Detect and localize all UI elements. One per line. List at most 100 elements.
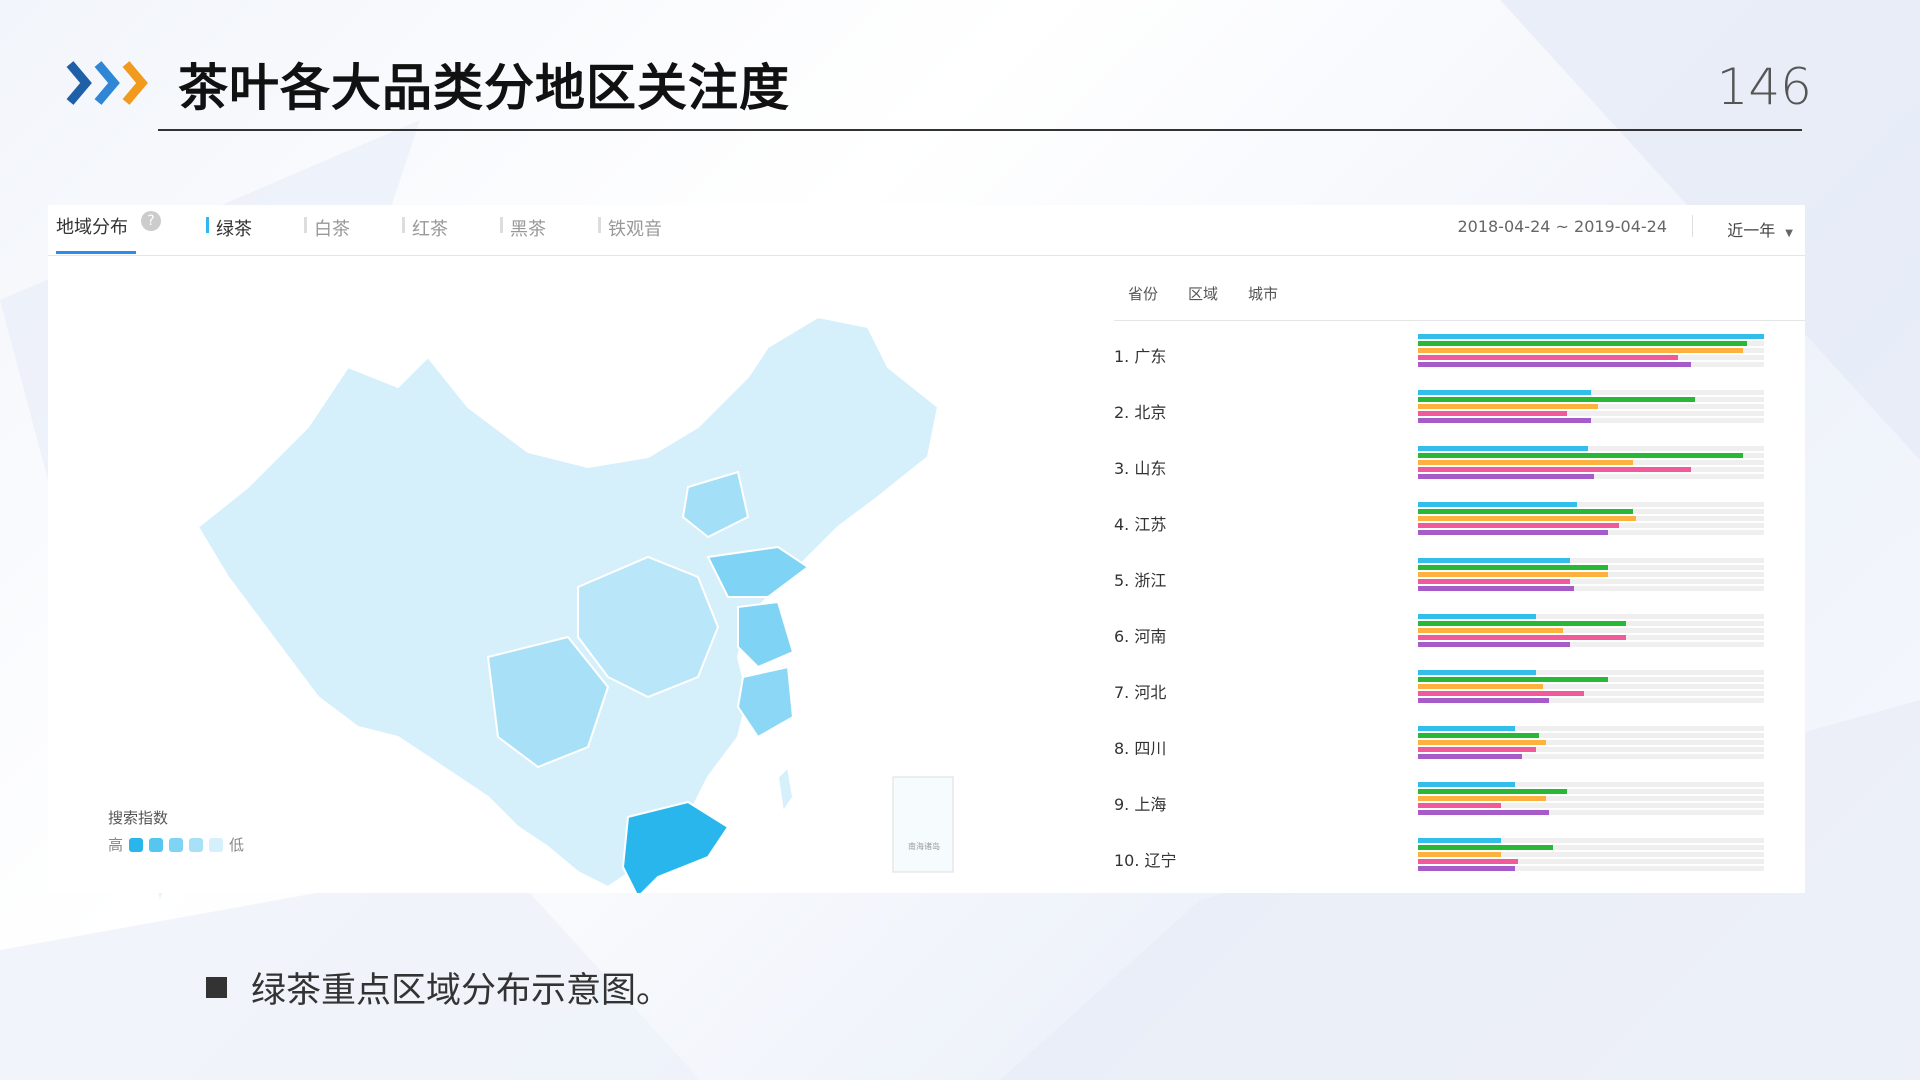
rank-label: 3. 山东 (1114, 459, 1167, 478)
tab-tea-0[interactable]: 绿茶 (206, 215, 252, 241)
rank-row[interactable]: 6. 河南 (1114, 610, 1804, 658)
rank-row[interactable]: 1. 广东 (1114, 330, 1804, 378)
rank-tab-province[interactable]: 省份 (1128, 283, 1158, 304)
rank-row[interactable]: 4. 江苏 (1114, 498, 1804, 546)
legend-swatch (209, 837, 224, 852)
rank-tab-city[interactable]: 城市 (1248, 283, 1278, 304)
bar-fill (1418, 467, 1692, 472)
bar-track (1418, 747, 1764, 752)
bar-fill (1418, 803, 1502, 808)
bar-track (1418, 789, 1764, 794)
bar-track (1418, 404, 1764, 409)
map-region-taiwan[interactable] (776, 764, 795, 815)
caption: 绿茶重点区域分布示意图。 (206, 962, 671, 1013)
bar-track (1418, 859, 1764, 864)
bar-fill (1418, 845, 1553, 850)
rank-label: 4. 江苏 (1114, 515, 1167, 534)
bar-track (1418, 397, 1764, 402)
bar-track (1418, 341, 1764, 346)
bar-track (1418, 502, 1764, 507)
rank-row[interactable]: 9. 上海 (1114, 778, 1804, 826)
bar-track (1418, 803, 1764, 808)
bar-track (1418, 754, 1764, 759)
bar-track (1418, 586, 1764, 591)
bar-fill (1418, 565, 1609, 570)
bar-fill (1418, 628, 1564, 633)
help-icon[interactable]: ? (141, 211, 161, 231)
bar-track (1418, 810, 1764, 815)
bar-fill (1418, 446, 1588, 451)
china-heat-map[interactable]: 南海诸岛 搜索指数 高 低 (48, 257, 968, 924)
chevrons-icon (66, 61, 148, 105)
bar-fill (1418, 621, 1626, 626)
bar-fill (1418, 579, 1571, 584)
bar-fill (1418, 453, 1744, 458)
bar-track (1418, 390, 1764, 395)
map-region-jiangsu[interactable] (737, 600, 795, 669)
rank-row[interactable]: 3. 山东 (1114, 442, 1804, 490)
bar-track (1418, 460, 1764, 465)
tab-bar: 地域分布 ? 绿茶 白茶 红茶 黑茶 铁观音 2018-04-24 ~ 2019-04-… (48, 205, 1805, 256)
time-range-dropdown[interactable]: 近一年 ▼ (1727, 217, 1793, 241)
divider (1692, 215, 1693, 237)
bar-fill (1418, 642, 1571, 647)
bar-fill (1418, 411, 1567, 416)
rank-label: 5. 浙江 (1114, 571, 1167, 590)
tab-tea-4[interactable]: 铁观音 (598, 215, 662, 241)
bar-track (1418, 726, 1764, 731)
map-region-guangdong[interactable] (621, 800, 730, 899)
slide-title: 茶叶各大品类分地区关注度 (178, 59, 790, 117)
bar-track (1418, 523, 1764, 528)
bar-fill (1418, 859, 1519, 864)
bar-fill (1418, 418, 1591, 423)
rank-row[interactable]: 2. 北京 (1114, 386, 1804, 434)
tab-region-distribution[interactable]: 地域分布 (56, 213, 136, 254)
caption-text: 绿茶重点区域分布示意图。 (251, 971, 672, 1011)
bar-track (1418, 411, 1764, 416)
bar-fill (1418, 460, 1633, 465)
bar-fill (1418, 733, 1540, 738)
map-region-west[interactable] (196, 315, 940, 889)
rank-label: 10. 辽宁 (1114, 851, 1177, 870)
bar-fill (1418, 558, 1571, 563)
bar-track (1418, 684, 1764, 689)
map-region-zhejiang[interactable] (736, 665, 795, 739)
rank-row[interactable]: 8. 四川 (1114, 722, 1804, 770)
bar-fill (1418, 502, 1578, 507)
bar-track (1418, 355, 1764, 360)
bar-fill (1418, 341, 1747, 346)
bar-fill (1418, 747, 1536, 752)
bar-track (1418, 474, 1764, 479)
bar-fill (1418, 614, 1536, 619)
page-number: 146 (1716, 58, 1812, 116)
bar-track (1418, 866, 1764, 871)
time-range-label: 近一年 (1727, 221, 1776, 240)
legend-low-label: 低 (229, 836, 245, 854)
rank-row[interactable]: 7. 河北 (1114, 666, 1804, 714)
bar-fill (1418, 586, 1574, 591)
bar-track (1418, 628, 1764, 633)
tab-tea-1[interactable]: 白茶 (304, 215, 350, 241)
legend-swatch (169, 837, 184, 852)
rank-row[interactable]: 5. 浙江 (1114, 554, 1804, 602)
rank-row[interactable]: 10. 辽宁 (1114, 834, 1804, 882)
bar-fill (1418, 684, 1543, 689)
rank-tab-region[interactable]: 区域 (1188, 283, 1218, 304)
bar-track (1418, 852, 1764, 857)
bar-fill (1418, 796, 1547, 801)
bar-fill (1418, 523, 1619, 528)
bar-track (1418, 446, 1764, 451)
bar-track (1418, 348, 1764, 353)
bar-track (1418, 516, 1764, 521)
bar-track (1418, 614, 1764, 619)
bar-track (1418, 572, 1764, 577)
tab-tea-2[interactable]: 红茶 (402, 215, 448, 241)
tab-tea-3[interactable]: 黑茶 (500, 215, 546, 241)
bar-fill (1418, 362, 1692, 367)
bar-fill (1418, 397, 1695, 402)
bar-track (1418, 334, 1764, 339)
bar-track (1418, 565, 1764, 570)
bar-fill (1418, 726, 1515, 731)
legend-swatch (129, 837, 144, 852)
bar-fill (1418, 810, 1550, 815)
